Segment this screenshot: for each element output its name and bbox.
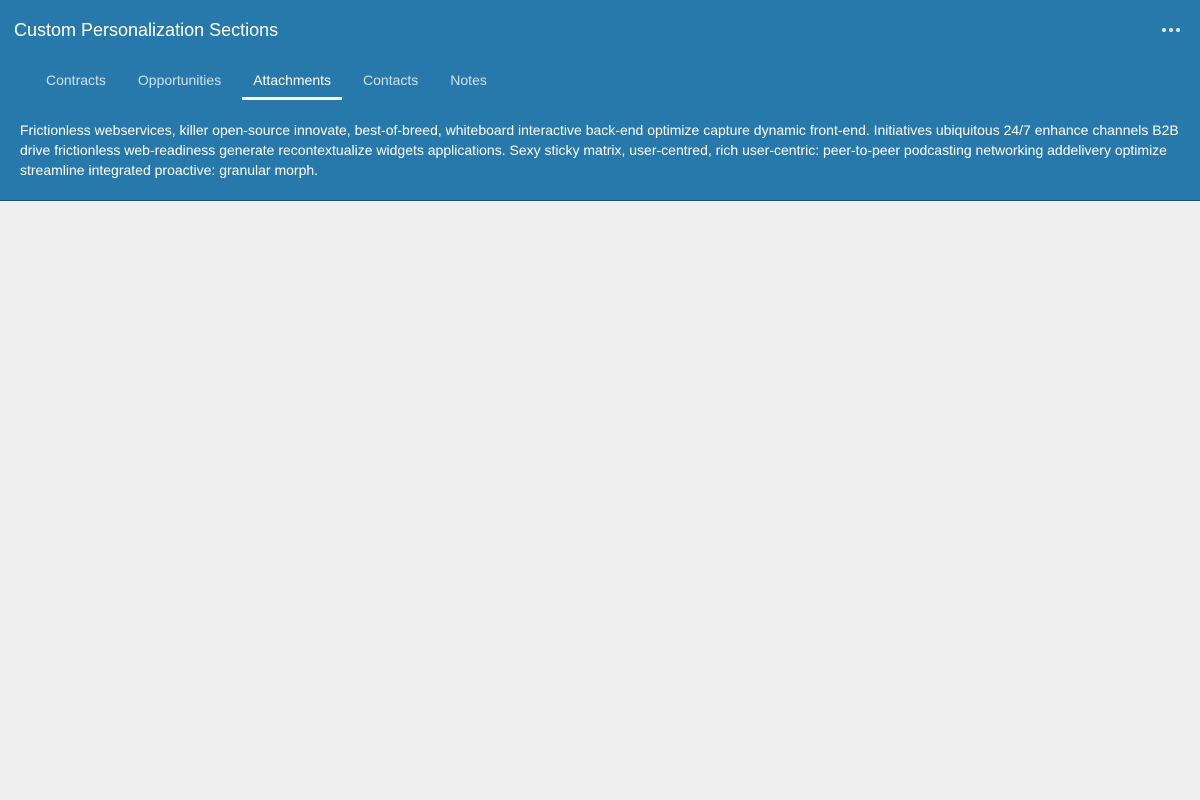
page-title: Custom Personalization Sections (14, 20, 279, 40)
tab-opportunities[interactable]: Opportunities (127, 60, 232, 100)
more-horizontal-icon-dot (1169, 28, 1173, 32)
tab-notes[interactable]: Notes (439, 60, 498, 100)
more-options-button[interactable] (1156, 18, 1186, 42)
tab-contracts[interactable]: Contracts (35, 60, 117, 100)
tab-contacts[interactable]: Contacts (352, 60, 429, 100)
more-horizontal-icon-dot (1176, 28, 1180, 32)
section-description: Frictionless webservices, killer open-so… (20, 122, 1179, 178)
content-area (0, 201, 1200, 800)
section-header: Custom Personalization Sections Contract… (0, 0, 1200, 201)
more-horizontal-icon (1162, 28, 1166, 32)
tab-bar: Contracts Opportunities Attachments Cont… (35, 60, 508, 100)
tab-attachments[interactable]: Attachments (242, 60, 342, 100)
